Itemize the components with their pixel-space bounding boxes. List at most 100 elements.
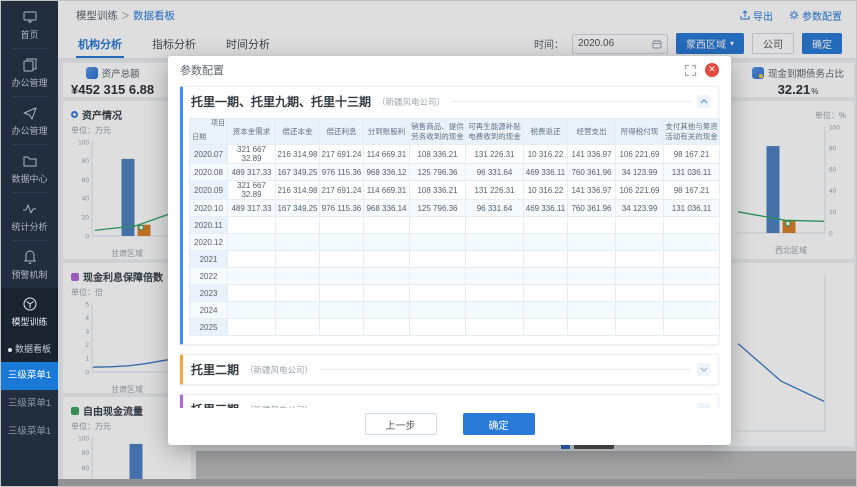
cell xyxy=(363,301,410,319)
table-row: 2024 xyxy=(189,301,720,319)
modal-header: 参数配置 ✕ xyxy=(168,56,731,84)
bell-icon xyxy=(23,250,36,264)
cell xyxy=(227,233,276,251)
cell: 489 317.33 xyxy=(227,163,276,181)
cell: 10 316.22 xyxy=(523,144,568,164)
cell xyxy=(227,250,276,268)
cell xyxy=(275,233,320,251)
cell: 216 314.98 xyxy=(275,180,320,200)
cell xyxy=(465,250,524,268)
cell: 469 336.11 xyxy=(523,199,568,217)
cell: 125 796.36 xyxy=(409,199,466,217)
expand-section-button[interactable] xyxy=(697,363,710,376)
column-header-1: 偿还本金 xyxy=(275,118,320,145)
cell: 217 691.24 xyxy=(319,144,364,164)
cell xyxy=(409,216,466,234)
sidebar-item-5[interactable]: 预警机制 xyxy=(1,241,58,288)
cell xyxy=(275,267,320,285)
cell xyxy=(615,284,664,302)
cell: 321 667 32.89 xyxy=(227,180,276,200)
prev-step-button[interactable]: 上一步 xyxy=(364,413,437,435)
cell: 98 167.21 xyxy=(663,144,720,164)
cell: 760 361.96 xyxy=(567,199,616,217)
cell xyxy=(363,284,410,302)
cell: 34 123.99 xyxy=(615,199,664,217)
cell xyxy=(663,301,720,319)
table-row: 2022 xyxy=(189,267,720,285)
send-icon xyxy=(23,107,36,120)
sidebar-item-6[interactable]: 模型训练 xyxy=(1,288,58,335)
cell: 106 221.69 xyxy=(615,144,664,164)
cell: 114 669.31 xyxy=(363,144,410,164)
collapse-section-button[interactable] xyxy=(697,95,710,108)
cell: 968 336.14 xyxy=(363,199,410,217)
sidebar-level3-item-2[interactable]: 三级菜单1 xyxy=(1,418,58,446)
cell xyxy=(523,216,568,234)
cell xyxy=(319,318,364,336)
cell xyxy=(567,250,616,268)
row-date: 2020.12 xyxy=(189,233,228,251)
cell xyxy=(275,250,320,268)
table-row: 2020.07 321 667 32.89 216 314.98 217 691.24… xyxy=(189,144,720,164)
cell xyxy=(615,267,664,285)
cell: 96 331.64 xyxy=(465,163,524,181)
cell xyxy=(465,216,524,234)
cell: 34 123.99 xyxy=(615,163,664,181)
cell xyxy=(465,318,524,336)
row-date: 2020.10 xyxy=(189,199,228,217)
column-header-4: 销售商品、提供劳务收到的现金 xyxy=(409,118,466,145)
cell: 98 167.21 xyxy=(663,180,720,200)
param-config-modal: 参数配置 ✕ 托里一期、托里九期、托里十三期 （新疆风电公司） 项目 日期 资本金需… xyxy=(168,56,731,445)
sidebar-item-0[interactable]: 首页 xyxy=(1,1,58,48)
cell xyxy=(523,250,568,268)
sidebar-subitem-data-board[interactable]: 数据看板 xyxy=(1,335,58,362)
sidebar-item-2[interactable]: 办公管理 xyxy=(1,97,58,144)
cell xyxy=(567,233,616,251)
param-table: 项目 日期 资本金需求 偿还本金 偿还利息 分到账股利 销售商品、提供劳务收到的现金 可再生能… xyxy=(189,118,720,336)
cell xyxy=(409,250,466,268)
modal-footer: 上一步 确定 xyxy=(168,408,731,445)
sidebar-item-3[interactable]: 数据中心 xyxy=(1,145,58,192)
cell xyxy=(465,301,524,319)
cell xyxy=(615,301,664,319)
table-row: 2021 xyxy=(189,250,720,268)
sidebar-item-4[interactable]: 统计分析 xyxy=(1,193,58,240)
cell xyxy=(227,318,276,336)
cell xyxy=(319,250,364,268)
sidebar-item-1[interactable]: 办公管理 xyxy=(1,49,58,96)
cell xyxy=(523,318,568,336)
folder-icon xyxy=(23,156,36,167)
cell xyxy=(663,284,720,302)
modal-confirm-button[interactable]: 确定 xyxy=(462,413,535,435)
column-header-9: 支付其他与筹资活动有关的现金 xyxy=(663,118,720,145)
cell: 131 036.11 xyxy=(663,163,720,181)
cell: 131 226.31 xyxy=(465,144,524,164)
fullscreen-icon[interactable] xyxy=(684,64,697,77)
app-root: 首页 办公管理 办公管理 数据中心 统计分析 预警机制 模型训练 数据看板 三级菜单1 三级菜单1… xyxy=(0,0,857,487)
cell xyxy=(227,216,276,234)
cell: 321 667 32.89 xyxy=(227,144,276,164)
section-title: 托里二期 xyxy=(191,363,240,377)
cell xyxy=(319,216,364,234)
cell xyxy=(275,284,320,302)
sidebar-level3-item-0[interactable]: 三级菜单1 xyxy=(1,362,58,390)
sidebar-level3-item-1[interactable]: 三级菜单1 xyxy=(1,390,58,418)
cell: 469 336.11 xyxy=(523,163,568,181)
close-icon[interactable]: ✕ xyxy=(705,63,719,77)
row-date: 2025 xyxy=(189,318,228,336)
row-date: 2020.07 xyxy=(189,144,228,164)
sidebar: 首页 办公管理 办公管理 数据中心 统计分析 预警机制 模型训练 数据看板 三级菜单1 三级菜单1… xyxy=(1,1,58,486)
cell xyxy=(663,267,720,285)
copy-icon xyxy=(23,58,36,72)
section-collapsed-3: 托里三期（新疆风电公司） xyxy=(180,394,719,408)
cell xyxy=(567,216,616,234)
cell xyxy=(615,233,664,251)
param-table-wrap: 项目 日期 资本金需求 偿还本金 偿还利息 分到账股利 销售商品、提供劳务收到的现金 可再生能… xyxy=(183,116,720,344)
cell xyxy=(363,216,410,234)
bullet-icon xyxy=(7,347,12,352)
table-row: 2020.09 321 667 32.89 216 314.98 217 691.24… xyxy=(189,180,720,200)
cell: 131 226.31 xyxy=(465,180,524,200)
chevron-down-icon xyxy=(700,367,707,372)
cell: 489 317.33 xyxy=(227,199,276,217)
cell xyxy=(319,267,364,285)
